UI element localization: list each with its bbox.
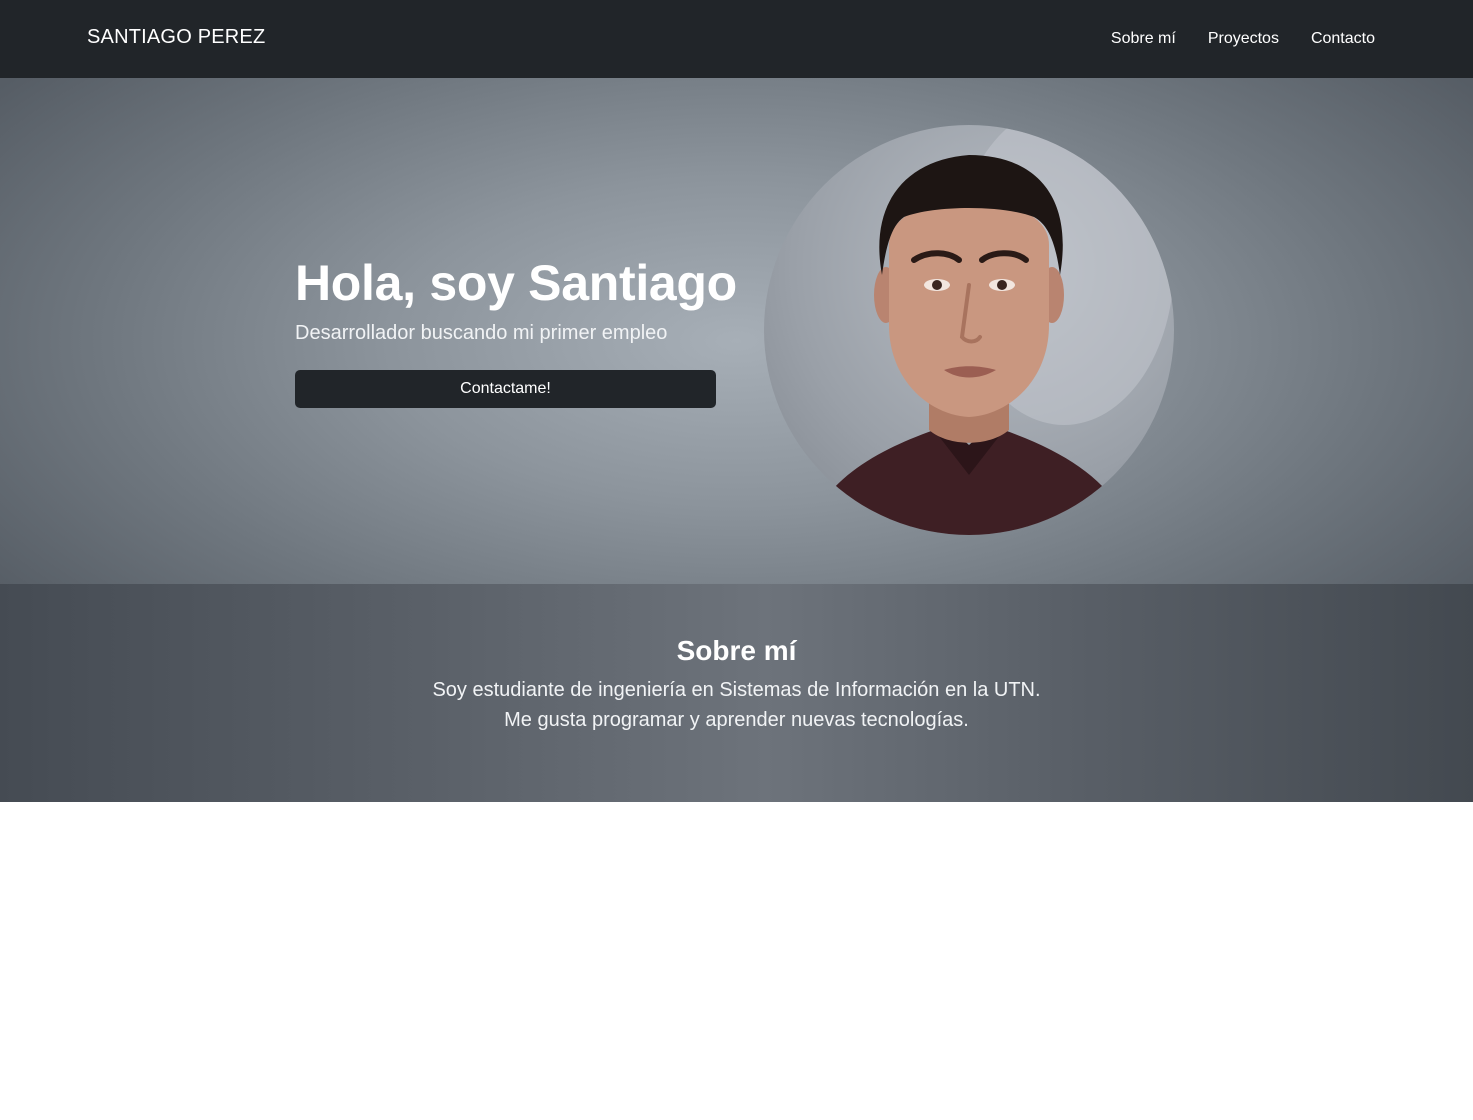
profile-photo: [764, 125, 1174, 535]
about-section: Sobre mí Soy estudiante de ingeniería en…: [0, 584, 1473, 802]
about-title: Sobre mí: [676, 635, 797, 666]
hero-text-block: Hola, soy Santiago Desarrollador buscand…: [295, 254, 737, 408]
about-line-2: Me gusta programar y aprender nuevas tec…: [504, 709, 969, 731]
portrait-illustration: [804, 125, 1174, 535]
brand-link[interactable]: SANTIAGO PEREZ: [87, 26, 265, 49]
nav-link-sobre-mi[interactable]: Sobre mí: [1095, 30, 1192, 48]
about-line-1: Soy estudiante de ingeniería en Sistemas…: [432, 679, 1041, 701]
hero-title: Hola, soy Santiago: [295, 255, 737, 311]
nav-links: Sobre mí Proyectos Contacto: [1095, 30, 1375, 48]
nav-link-proyectos[interactable]: Proyectos: [1192, 30, 1295, 48]
hero-subtitle: Desarrollador buscando mi primer empleo: [295, 322, 668, 344]
nav-link-contacto[interactable]: Contacto: [1295, 30, 1375, 48]
contact-me-button[interactable]: Contactame!: [295, 370, 716, 408]
hero-section: Hola, soy Santiago Desarrollador buscand…: [0, 78, 1473, 584]
about-text: Soy estudiante de ingeniería en Sistemas…: [0, 675, 1473, 735]
navbar: SANTIAGO PEREZ Sobre mí Proyectos Contac…: [0, 0, 1473, 78]
